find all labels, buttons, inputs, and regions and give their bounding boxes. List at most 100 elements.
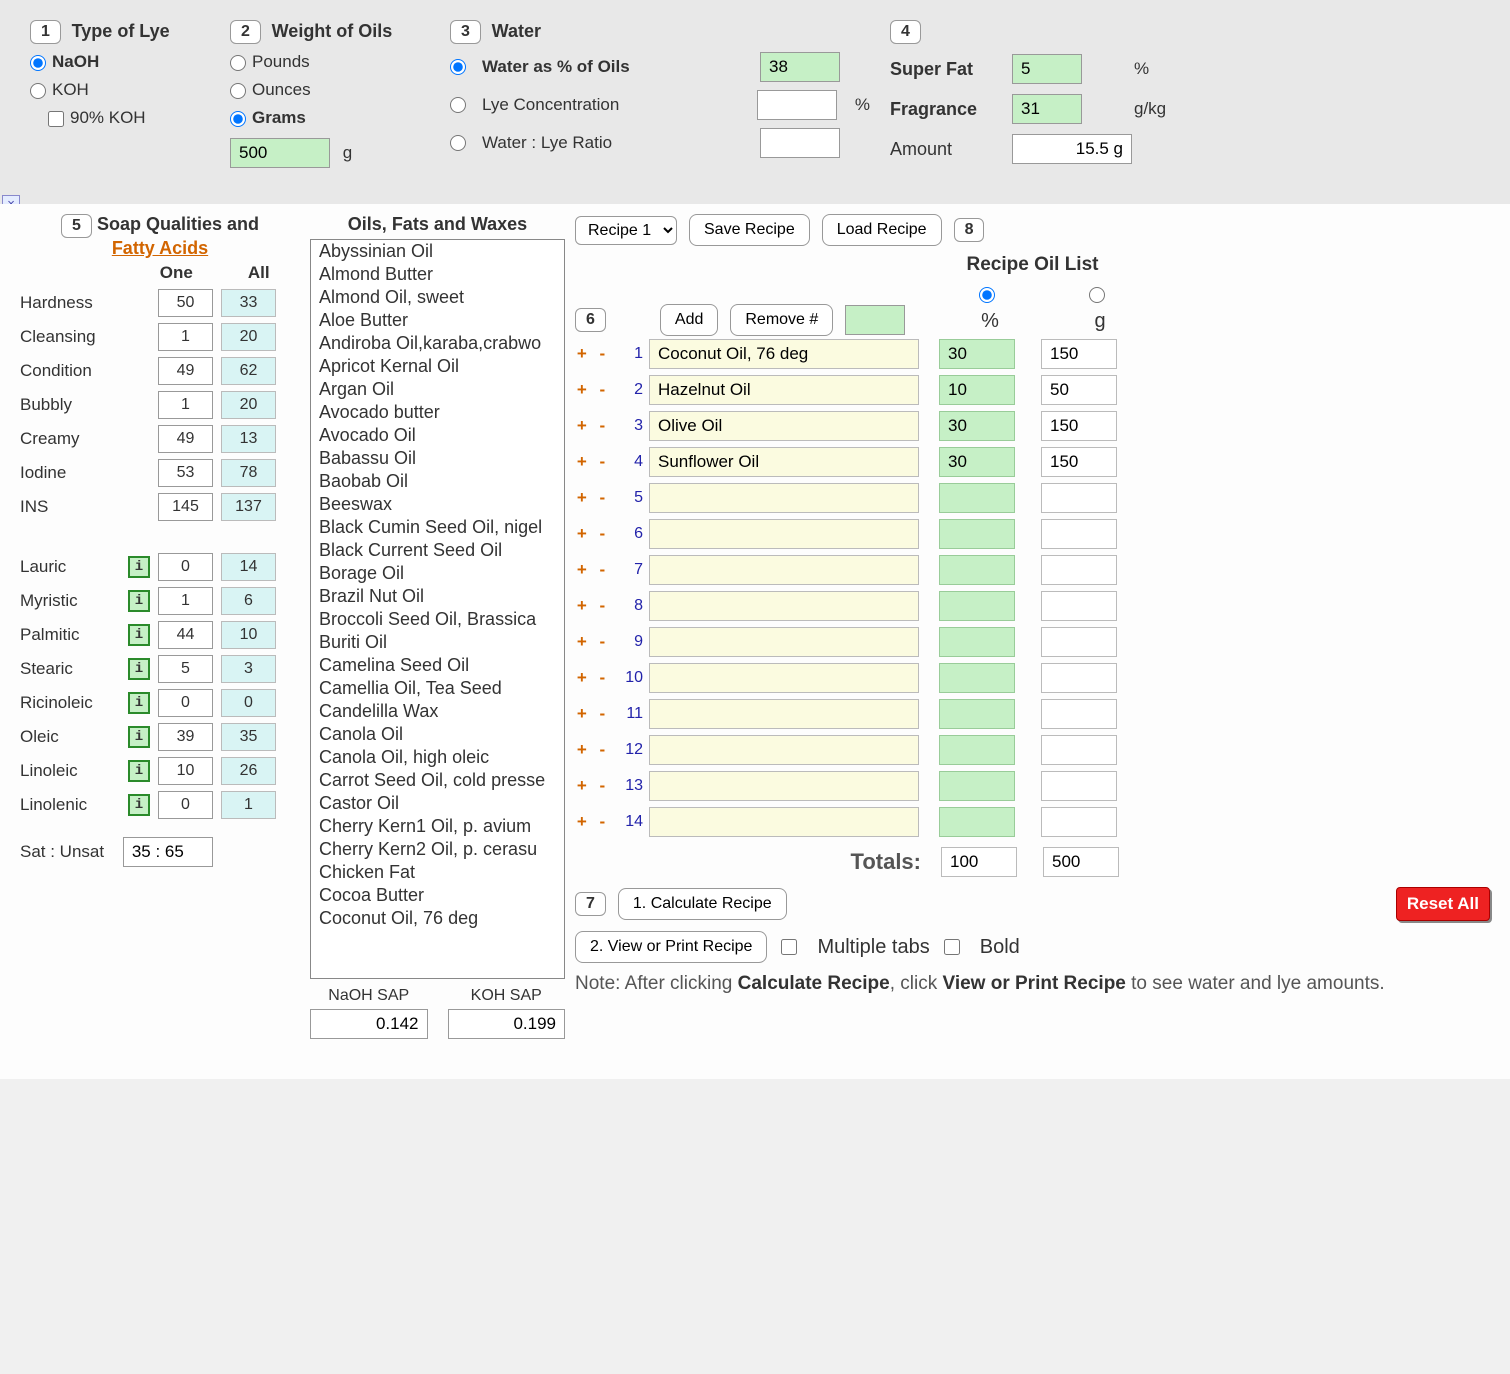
remove-oil-button[interactable]: Remove # [730, 304, 833, 336]
oil-option[interactable]: Coconut Oil, 76 deg [311, 907, 564, 930]
oil-option[interactable]: Apricot Kernal Oil [311, 355, 564, 378]
plus-minus-icon[interactable]: + - [575, 488, 611, 508]
oil-option[interactable]: Borage Oil [311, 562, 564, 585]
oil-option[interactable]: Cocoa Butter [311, 884, 564, 907]
plus-minus-icon[interactable]: + - [575, 560, 611, 580]
recipe-pct[interactable] [939, 807, 1015, 837]
bold-checkbox[interactable] [944, 939, 960, 955]
plus-minus-icon[interactable]: + - [575, 596, 611, 616]
recipe-gram[interactable] [1041, 591, 1117, 621]
recipe-oil-name[interactable] [649, 339, 919, 369]
plus-minus-icon[interactable]: + - [575, 416, 611, 436]
info-icon[interactable]: i [128, 556, 150, 578]
recipe-pct[interactable] [939, 483, 1015, 513]
oil-option[interactable]: Abyssinian Oil [311, 240, 564, 263]
recipe-gram[interactable] [1041, 807, 1117, 837]
recipe-oil-name[interactable] [649, 663, 919, 693]
recipe-oil-name[interactable] [649, 519, 919, 549]
oil-option[interactable]: Camellia Oil, Tea Seed [311, 677, 564, 700]
recipe-pct[interactable] [939, 663, 1015, 693]
calculate-button[interactable]: 1. Calculate Recipe [618, 888, 787, 920]
fragrance-input[interactable] [1012, 94, 1082, 124]
oil-option[interactable]: Argan Oil [311, 378, 564, 401]
plus-minus-icon[interactable]: + - [575, 524, 611, 544]
lye-koh-radio[interactable] [30, 83, 46, 99]
recipe-gram[interactable] [1041, 375, 1117, 405]
add-oil-button[interactable]: Add [660, 304, 718, 336]
recipe-pct[interactable] [939, 519, 1015, 549]
plus-minus-icon[interactable]: + - [575, 704, 611, 724]
recipe-select[interactable]: Recipe 1 [575, 216, 677, 245]
recipe-gram[interactable] [1041, 447, 1117, 477]
weight-grams-radio[interactable] [230, 111, 246, 127]
recipe-gram[interactable] [1041, 555, 1117, 585]
oil-option[interactable]: Castor Oil [311, 792, 564, 815]
recipe-gram[interactable] [1041, 483, 1117, 513]
plus-minus-icon[interactable]: + - [575, 776, 611, 796]
recipe-oil-name[interactable] [649, 807, 919, 837]
plus-minus-icon[interactable]: + - [575, 632, 611, 652]
recipe-oil-name[interactable] [649, 555, 919, 585]
info-icon[interactable]: i [128, 760, 150, 782]
recipe-pct[interactable] [939, 699, 1015, 729]
water-pct-radio[interactable] [450, 59, 466, 75]
plus-minus-icon[interactable]: + - [575, 380, 611, 400]
recipe-gram[interactable] [1041, 519, 1117, 549]
oil-option[interactable]: Chicken Fat [311, 861, 564, 884]
recipe-gram[interactable] [1041, 771, 1117, 801]
oil-option[interactable]: Baobab Oil [311, 470, 564, 493]
gram-mode-radio[interactable] [1089, 287, 1105, 303]
recipe-pct[interactable] [939, 555, 1015, 585]
fatty-acids-link[interactable]: Fatty Acids [112, 238, 208, 258]
view-print-button[interactable]: 2. View or Print Recipe [575, 931, 767, 963]
info-icon[interactable]: i [128, 726, 150, 748]
recipe-gram[interactable] [1041, 339, 1117, 369]
recipe-gram[interactable] [1041, 735, 1117, 765]
recipe-gram[interactable] [1041, 411, 1117, 441]
oil-option[interactable]: Black Current Seed Oil [311, 539, 564, 562]
oil-option[interactable]: Cherry Kern2 Oil, p. cerasu [311, 838, 564, 861]
water-pct-input[interactable] [760, 52, 840, 82]
recipe-oil-name[interactable] [649, 375, 919, 405]
recipe-pct[interactable] [939, 771, 1015, 801]
oil-option[interactable]: Canola Oil [311, 723, 564, 746]
remove-number-input[interactable] [845, 305, 905, 335]
recipe-gram[interactable] [1041, 663, 1117, 693]
save-recipe-button[interactable]: Save Recipe [689, 214, 810, 246]
recipe-oil-name[interactable] [649, 699, 919, 729]
oil-option[interactable]: Camelina Seed Oil [311, 654, 564, 677]
oils-listbox[interactable]: Abyssinian OilAlmond ButterAlmond Oil, s… [310, 239, 565, 979]
plus-minus-icon[interactable]: + - [575, 812, 611, 832]
info-icon[interactable]: i [128, 590, 150, 612]
reset-all-button[interactable]: Reset All [1396, 887, 1490, 921]
oil-option[interactable]: Cherry Kern1 Oil, p. avium [311, 815, 564, 838]
recipe-gram[interactable] [1041, 627, 1117, 657]
oil-option[interactable]: Black Cumin Seed Oil, nigel [311, 516, 564, 539]
recipe-pct[interactable] [939, 375, 1015, 405]
oil-option[interactable]: Avocado Oil [311, 424, 564, 447]
water-ratio-input[interactable] [760, 128, 840, 158]
recipe-gram[interactable] [1041, 699, 1117, 729]
recipe-pct[interactable] [939, 591, 1015, 621]
water-ratio-radio[interactable] [450, 135, 466, 151]
oil-option[interactable]: Brazil Nut Oil [311, 585, 564, 608]
info-icon[interactable]: i [128, 624, 150, 646]
plus-minus-icon[interactable]: + - [575, 668, 611, 688]
oil-option[interactable]: Broccoli Seed Oil, Brassica [311, 608, 564, 631]
oil-option[interactable]: Andiroba Oil,karaba,crabwo [311, 332, 564, 355]
recipe-oil-name[interactable] [649, 771, 919, 801]
weight-pounds-radio[interactable] [230, 55, 246, 71]
weight-input[interactable] [230, 138, 330, 168]
recipe-oil-name[interactable] [649, 447, 919, 477]
info-icon[interactable]: i [128, 692, 150, 714]
oil-option[interactable]: Aloe Butter [311, 309, 564, 332]
recipe-pct[interactable] [939, 447, 1015, 477]
superfat-input[interactable] [1012, 54, 1082, 84]
recipe-pct[interactable] [939, 411, 1015, 441]
oil-option[interactable]: Babassu Oil [311, 447, 564, 470]
plus-minus-icon[interactable]: + - [575, 344, 611, 364]
oil-option[interactable]: Almond Oil, sweet [311, 286, 564, 309]
recipe-oil-name[interactable] [649, 735, 919, 765]
koh90-checkbox[interactable] [48, 111, 64, 127]
oil-option[interactable]: Carrot Seed Oil, cold presse [311, 769, 564, 792]
